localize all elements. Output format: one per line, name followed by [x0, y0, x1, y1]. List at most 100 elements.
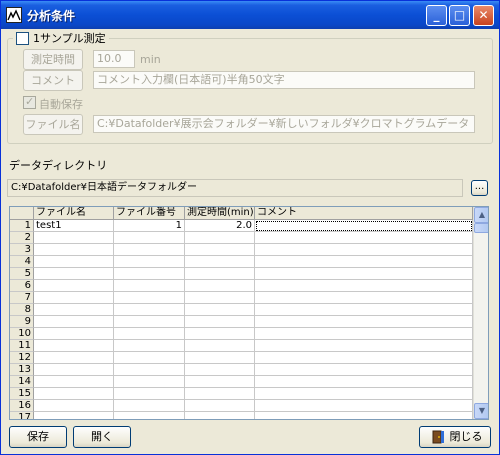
comment-button[interactable]: コメント [23, 70, 83, 91]
open-button[interactable]: 開く [73, 426, 131, 448]
cell-comment[interactable] [255, 412, 473, 419]
cell-time[interactable] [185, 244, 255, 256]
cell-filename[interactable] [34, 412, 114, 419]
cell-file-number[interactable] [114, 280, 185, 292]
cell-time[interactable] [185, 232, 255, 244]
maximize-button[interactable]: □ [449, 5, 470, 26]
cell-comment[interactable] [255, 364, 473, 376]
cell-filename[interactable] [34, 232, 114, 244]
cell-time[interactable] [185, 376, 255, 388]
table-row[interactable]: 10 [10, 328, 473, 340]
cell-filename[interactable] [34, 400, 114, 412]
cell-time[interactable] [185, 388, 255, 400]
filename-input[interactable]: C:¥Datafolder¥展示会フォルダー¥新しいフォルダ¥クロマトグラムデー… [93, 115, 475, 133]
cell-file-number[interactable] [114, 244, 185, 256]
cell-time[interactable] [185, 316, 255, 328]
column-header-time[interactable]: 測定時間(min) [185, 207, 255, 220]
cell-comment[interactable] [255, 376, 473, 388]
cell-filename[interactable]: test1 [34, 220, 114, 232]
table-row[interactable]: 3 [10, 244, 473, 256]
cell-file-number[interactable] [114, 364, 185, 376]
cell-filename[interactable] [34, 364, 114, 376]
title-bar[interactable]: 分析条件 _ □ ✕ [1, 1, 499, 29]
cell-comment[interactable] [255, 340, 473, 352]
cell-comment[interactable] [255, 280, 473, 292]
cell-comment[interactable] [255, 400, 473, 412]
column-header-filename[interactable]: ファイル名 [34, 207, 114, 220]
cell-file-number[interactable] [114, 232, 185, 244]
cell-time[interactable] [185, 280, 255, 292]
cell-filename[interactable] [34, 244, 114, 256]
cell-file-number[interactable] [114, 352, 185, 364]
cell-file-number[interactable] [114, 256, 185, 268]
table-row[interactable]: 15 [10, 388, 473, 400]
cell-file-number[interactable] [114, 376, 185, 388]
cell-comment[interactable] [255, 268, 473, 280]
table-row[interactable]: 8 [10, 304, 473, 316]
cell-comment[interactable] [255, 352, 473, 364]
cell-file-number[interactable] [114, 292, 185, 304]
cell-filename[interactable] [34, 256, 114, 268]
table-row[interactable]: 13 [10, 364, 473, 376]
table-row[interactable]: 5 [10, 268, 473, 280]
cell-comment[interactable] [255, 316, 473, 328]
column-header-file-number[interactable]: ファイル番号 [114, 207, 185, 220]
cell-filename[interactable] [34, 388, 114, 400]
table-row[interactable]: 1 test1 1 2.0 [10, 220, 473, 232]
cell-file-number[interactable] [114, 316, 185, 328]
cell-file-number[interactable] [114, 268, 185, 280]
comment-input[interactable]: コメント入力欄(日本語可)半角50文字 [93, 71, 475, 89]
table-vertical-scrollbar[interactable]: ▲ ▼ [473, 207, 488, 419]
cell-comment[interactable] [255, 220, 473, 232]
cell-time[interactable] [185, 304, 255, 316]
cell-file-number[interactable] [114, 340, 185, 352]
table-row[interactable]: 11 [10, 340, 473, 352]
scroll-down-button[interactable]: ▼ [474, 403, 488, 419]
cell-filename[interactable] [34, 304, 114, 316]
cell-comment[interactable] [255, 256, 473, 268]
cell-filename[interactable] [34, 328, 114, 340]
filename-button[interactable]: ファイル名 [23, 114, 83, 135]
table-row[interactable]: 6 [10, 280, 473, 292]
table-row[interactable]: 9 [10, 316, 473, 328]
cell-time[interactable] [185, 268, 255, 280]
minimize-button[interactable]: _ [426, 5, 447, 26]
close-button[interactable]: 閉じる [419, 426, 491, 448]
cell-filename[interactable] [34, 268, 114, 280]
file-table[interactable]: ファイル名 ファイル番号 測定時間(min) コメント 1 test1 1 2.0 2 3… [9, 206, 489, 420]
cell-filename[interactable] [34, 316, 114, 328]
cell-file-number[interactable]: 1 [114, 220, 185, 232]
cell-filename[interactable] [34, 292, 114, 304]
cell-comment[interactable] [255, 304, 473, 316]
cell-file-number[interactable] [114, 412, 185, 419]
cell-file-number[interactable] [114, 388, 185, 400]
table-row[interactable]: 14 [10, 376, 473, 388]
cell-time[interactable] [185, 364, 255, 376]
cell-time[interactable]: 2.0 [185, 220, 255, 232]
cell-comment[interactable] [255, 292, 473, 304]
close-window-button[interactable]: ✕ [473, 5, 494, 26]
autosave-checkbox[interactable]: ✓ [23, 95, 36, 109]
single-sample-checkbox[interactable] [16, 31, 29, 45]
cell-time[interactable] [185, 340, 255, 352]
cell-filename[interactable] [34, 280, 114, 292]
measure-time-button[interactable]: 測定時間 [23, 49, 83, 70]
cell-comment[interactable] [255, 244, 473, 256]
cell-file-number[interactable] [114, 400, 185, 412]
save-button[interactable]: 保存 [9, 426, 67, 448]
cell-time[interactable] [185, 352, 255, 364]
cell-time[interactable] [185, 256, 255, 268]
measure-time-input[interactable]: 10.0 [93, 50, 135, 68]
cell-filename[interactable] [34, 340, 114, 352]
cell-file-number[interactable] [114, 328, 185, 340]
table-row[interactable]: 12 [10, 352, 473, 364]
cell-file-number[interactable] [114, 304, 185, 316]
cell-filename[interactable] [34, 376, 114, 388]
cell-comment[interactable] [255, 388, 473, 400]
table-row[interactable]: 4 [10, 256, 473, 268]
scroll-thumb[interactable] [474, 223, 488, 233]
table-row[interactable]: 7 [10, 292, 473, 304]
cell-comment[interactable] [255, 328, 473, 340]
cell-time[interactable] [185, 292, 255, 304]
scroll-up-button[interactable]: ▲ [474, 207, 488, 223]
